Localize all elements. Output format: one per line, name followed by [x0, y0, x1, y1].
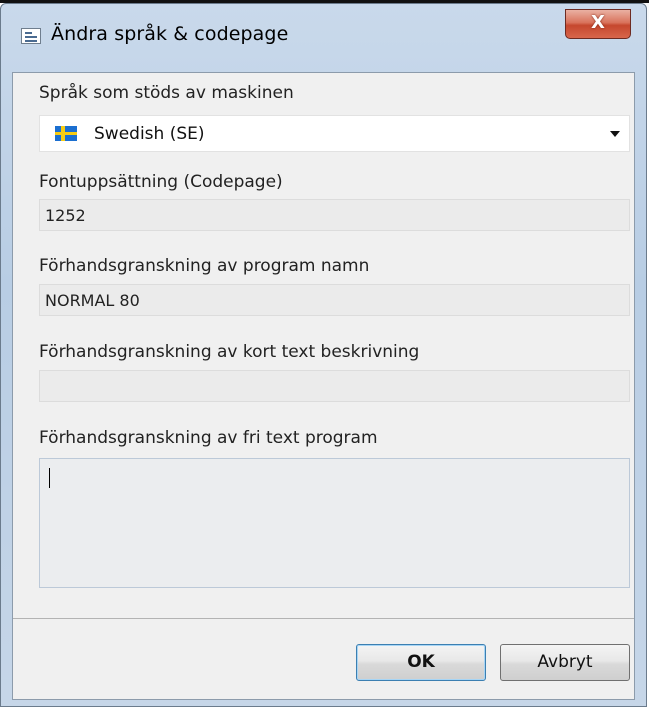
program-name-field: NORMAL 80: [39, 284, 630, 316]
language-select[interactable]: Swedish (SE): [39, 115, 630, 152]
program-name-value: NORMAL 80: [45, 291, 140, 310]
dialog-window-icon: [21, 28, 41, 44]
codepage-value: 1252: [45, 206, 86, 225]
free-text-area[interactable]: [39, 458, 630, 588]
codepage-field: 1252: [39, 199, 630, 231]
title-bar[interactable]: Ändra språk & codepage X: [1, 4, 646, 72]
program-name-label: Förhandsgranskning av program namn: [39, 256, 370, 276]
short-description-label: Förhandsgranskning av kort text beskrivn…: [39, 342, 420, 362]
language-label: Språk som stöds av maskinen: [39, 83, 294, 103]
dialog-window: Ändra språk & codepage X Språk som stöds…: [0, 3, 647, 707]
short-description-field: [39, 370, 630, 402]
cancel-button[interactable]: Avbryt: [500, 644, 630, 681]
dialog-body: Språk som stöds av maskinen Swedish (SE)…: [12, 72, 635, 700]
text-caret: [49, 468, 50, 488]
ok-button[interactable]: OK: [356, 644, 486, 681]
window-title: Ändra språk & codepage: [51, 23, 289, 45]
button-separator: [13, 618, 634, 619]
chevron-down-icon[interactable]: [610, 131, 620, 137]
language-select-value: Swedish (SE): [94, 124, 205, 144]
free-text-label: Förhandsgranskning av fri text program: [39, 428, 378, 448]
codepage-label: Fontuppsättning (Codepage): [39, 172, 283, 192]
sweden-flag-icon: [55, 126, 77, 141]
close-button[interactable]: X: [565, 9, 631, 39]
screen: Ändra språk & codepage X Språk som stöds…: [0, 0, 649, 711]
